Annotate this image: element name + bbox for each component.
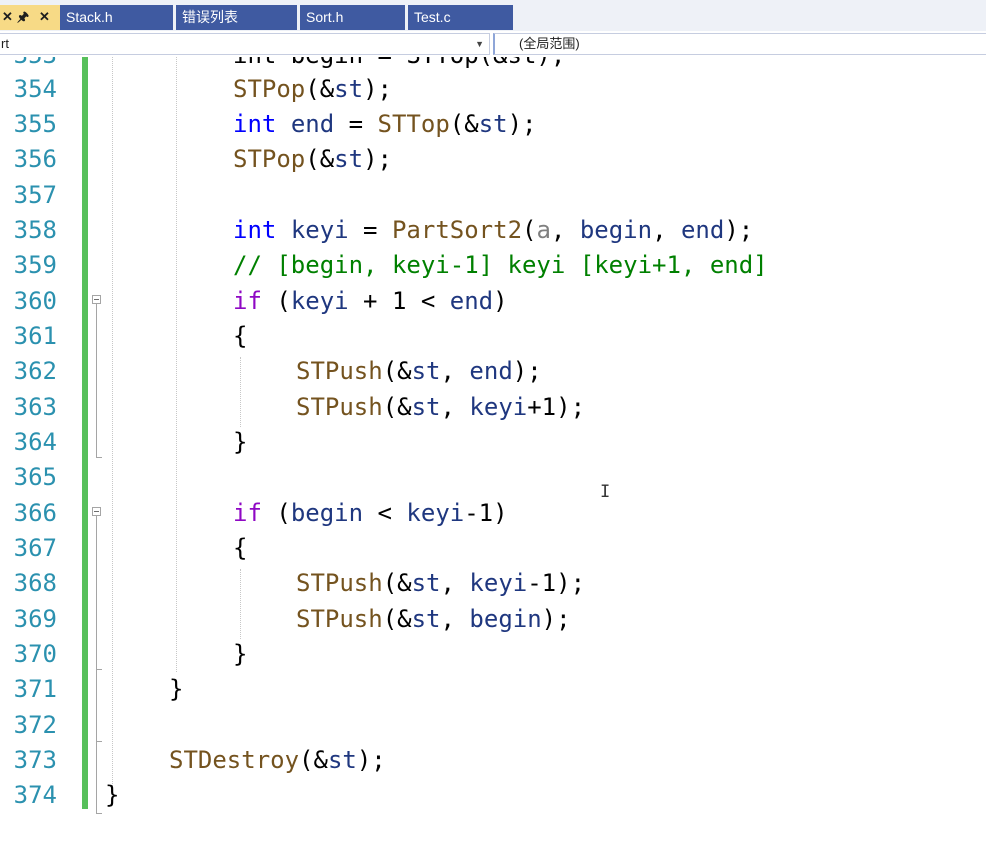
close-icon[interactable]: ✕ (39, 5, 50, 29)
code-comment: // [begin, keyi-1] keyi [keyi+1, end] (233, 251, 768, 279)
line-number: 372 (13, 711, 57, 739)
tab-label: Test.c (414, 9, 451, 25)
line-number: 374 (13, 781, 57, 809)
code-line: STDestroy(&st); (169, 746, 386, 774)
line-number: 356 (13, 145, 57, 173)
line-number: 367 (13, 534, 57, 562)
code-line: STPush(&st, keyi+1); (296, 393, 586, 421)
fold-line (96, 669, 97, 741)
line-number: 365 (13, 463, 57, 491)
tab-label: Sort.h (306, 9, 344, 25)
fold-end-marker (96, 457, 102, 458)
code-line-partial: int begin = STTop(&st); (233, 57, 565, 72)
fold-line (96, 304, 97, 457)
line-number: 363 (13, 393, 57, 421)
dropdown-arrow-icon[interactable]: ▼ (475, 34, 484, 54)
collapse-toggle[interactable] (92, 507, 101, 516)
document-tab-bar: ✕ 🖈 ✕ Stack.h 错误列表 Sort.h Test.c (0, 0, 986, 31)
tab-error-list[interactable]: 错误列表 (176, 5, 297, 30)
line-number: 358 (13, 216, 57, 244)
code-editor[interactable]: 353 354 355 356 357 358 359 360 361 362 … (0, 57, 986, 855)
line-number: 354 (13, 75, 57, 103)
line-number: 373 (13, 746, 57, 774)
code-line: { (233, 534, 248, 562)
code-line: } (105, 781, 120, 809)
code-line: } (169, 675, 184, 703)
tab-sort-h[interactable]: Sort.h (300, 5, 405, 30)
scope-combo[interactable]: (全局范围) (493, 33, 986, 55)
tab-sort-c-active[interactable]: ✕ 🖈 ✕ (0, 5, 60, 30)
code-line: int end = STTop(&st); (233, 110, 537, 138)
navigation-bar: rt ▼ (全局范围) (0, 31, 986, 58)
line-number: 364 (13, 428, 57, 456)
line-number: 357 (13, 181, 57, 209)
line-number: 359 (13, 251, 57, 279)
code-line: int keyi = PartSort2(a, begin, end); (233, 216, 754, 244)
pin-icon[interactable]: 🖈 (17, 5, 29, 29)
tab-stack-h[interactable]: Stack.h (60, 5, 173, 30)
code-line: STPop(&st); (233, 145, 392, 173)
line-number: 360 (13, 287, 57, 315)
fold-end-marker (96, 813, 102, 814)
code-line: STPush(&st, begin); (296, 605, 571, 633)
indent-guide (176, 57, 177, 672)
code-line: if (begin < keyi-1) (233, 499, 508, 527)
line-number: 371 (13, 675, 57, 703)
code-line: STPush(&st, keyi-1); (296, 569, 586, 597)
close-icon-left[interactable]: ✕ (2, 5, 13, 29)
scope-combo-value: (全局范围) (519, 36, 580, 51)
text-cursor-icon: I (600, 482, 611, 502)
code-line: } (233, 428, 248, 456)
code-line: if (keyi + 1 < end) (233, 287, 508, 315)
line-number: 353 (0, 57, 57, 72)
change-tracking-bar (82, 57, 88, 809)
line-number: 362 (13, 357, 57, 385)
code-line: { (233, 322, 248, 350)
fold-line (96, 516, 97, 669)
code-line: STPop(&st); (233, 75, 392, 103)
code-line: } (233, 640, 248, 668)
line-number: 369 (13, 605, 57, 633)
collapse-toggle[interactable] (92, 295, 101, 304)
line-number: 361 (13, 322, 57, 350)
indent-guide (240, 569, 241, 639)
indent-guide (240, 357, 241, 427)
code-line: STPush(&st, end); (296, 357, 542, 385)
line-number: 366 (13, 499, 57, 527)
line-number: 355 (13, 110, 57, 138)
line-number: 368 (13, 569, 57, 597)
project-combo[interactable]: rt ▼ (0, 33, 490, 55)
tab-label: Stack.h (66, 9, 113, 25)
project-combo-value: rt (1, 36, 9, 51)
fold-line (96, 741, 97, 813)
tab-label: 错误列表 (182, 9, 238, 25)
indent-guide (112, 57, 113, 792)
line-number: 370 (13, 640, 57, 668)
tab-test-c[interactable]: Test.c (408, 5, 513, 30)
